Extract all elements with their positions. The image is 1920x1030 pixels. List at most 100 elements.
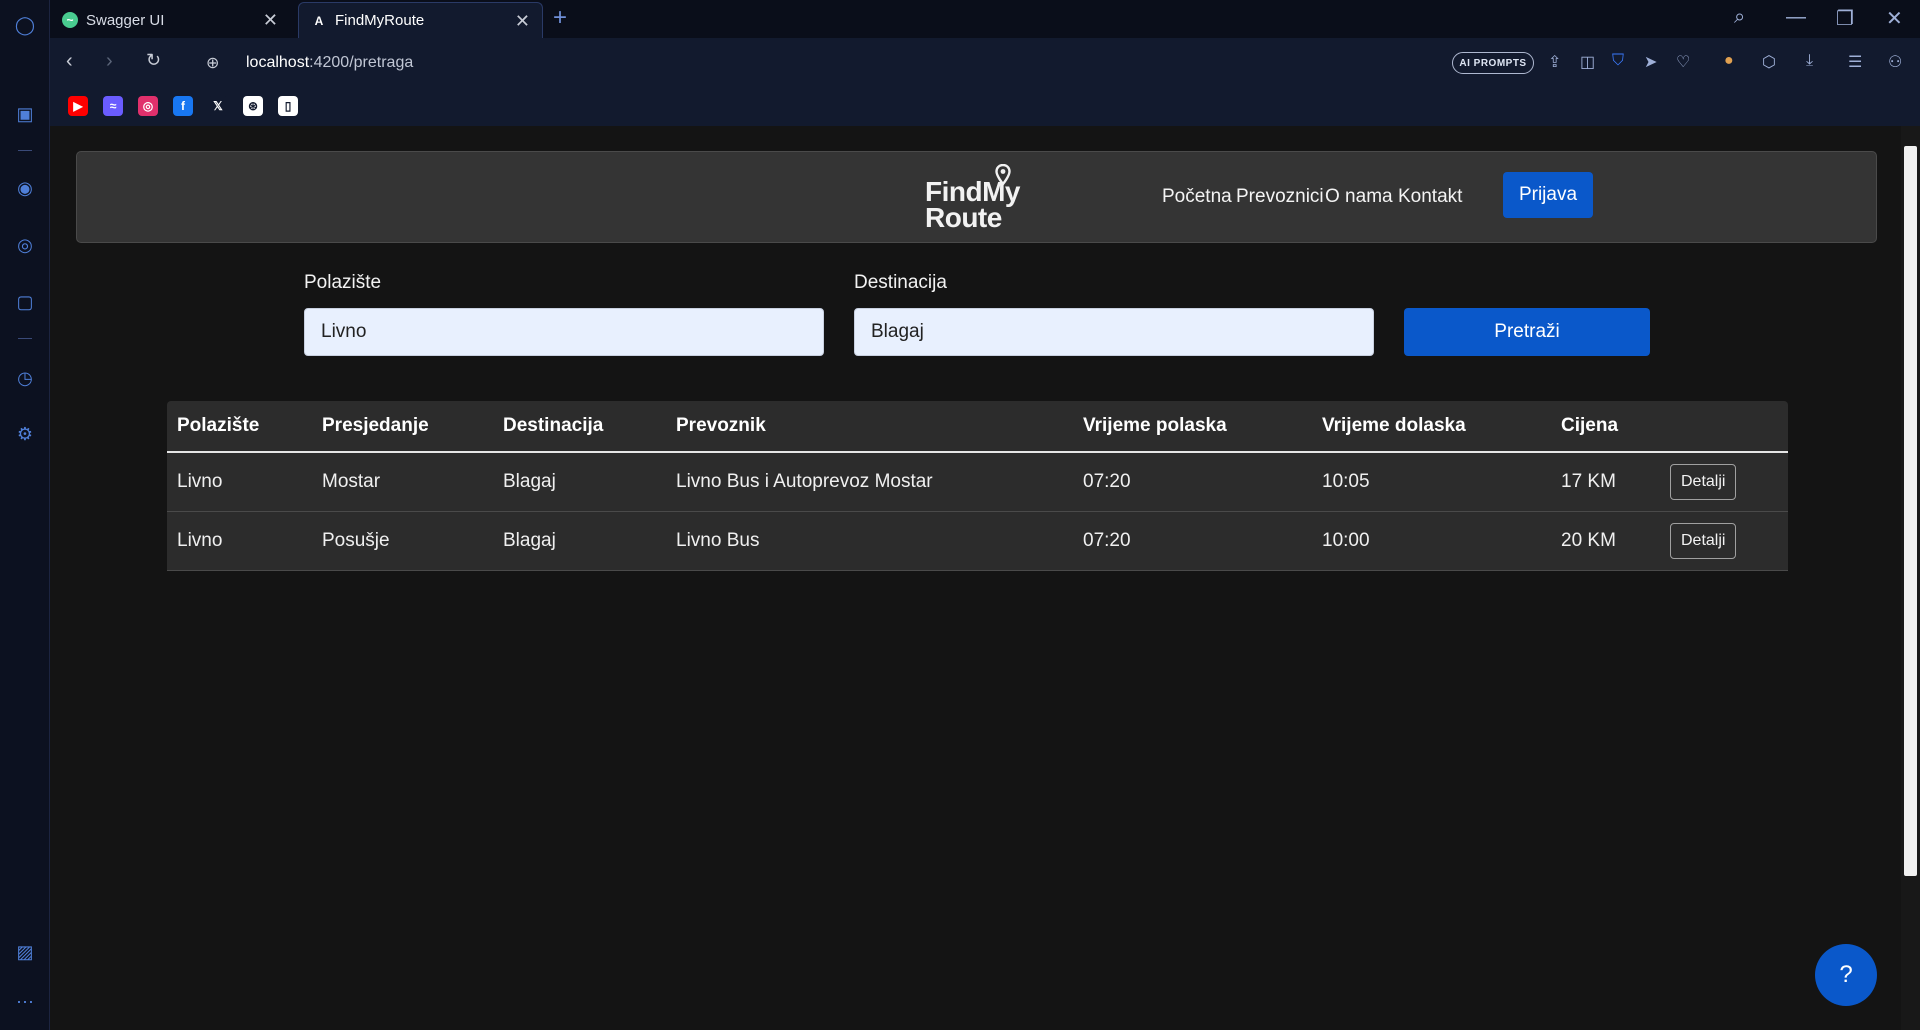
close-icon[interactable]: ✕ bbox=[515, 11, 530, 32]
close-icon[interactable]: ✕ bbox=[263, 10, 278, 31]
history-icon[interactable]: ◷ bbox=[13, 366, 37, 390]
forward-icon[interactable]: › bbox=[106, 50, 113, 73]
shield-icon[interactable]: ⛉ bbox=[1612, 52, 1624, 70]
gallery-icon[interactable]: ▨ bbox=[13, 940, 37, 964]
column-header: Destinacija bbox=[493, 401, 666, 453]
send-icon[interactable]: ➤ bbox=[1644, 52, 1657, 72]
profile-icon[interactable]: ⚇ bbox=[1888, 52, 1902, 72]
tab-findmyroute[interactable]: A FindMyRoute ✕ bbox=[298, 2, 543, 38]
tab-bar: ~ Swagger UI ✕ A FindMyRoute ✕ + ⌕ — ❐ ✕ bbox=[50, 0, 1920, 38]
from-input[interactable]: Livno bbox=[304, 308, 824, 356]
url-path: :4200/pretraga bbox=[309, 54, 414, 71]
logo-line2: Route bbox=[925, 202, 1002, 233]
table-row: Livno Mostar Blagaj Livno Bus i Autoprev… bbox=[167, 452, 1788, 512]
cell-price: 20 KM bbox=[1551, 511, 1660, 571]
page-viewport: FindMy Route Početna Prevoznici O nama K… bbox=[50, 126, 1901, 1030]
search-tabs-icon[interactable]: ⌕ bbox=[1734, 6, 1745, 29]
ai-chip-icon[interactable]: ▣ bbox=[13, 102, 37, 126]
to-label: Destinacija bbox=[854, 272, 947, 293]
cell-actions: Detalji bbox=[1660, 511, 1788, 571]
from-label: Polazište bbox=[304, 272, 382, 293]
column-header: Polazište bbox=[167, 401, 312, 453]
x-icon[interactable]: 𝕏 bbox=[208, 96, 228, 116]
cell-departure: 07:20 bbox=[1073, 452, 1312, 512]
site-info-icon[interactable]: ⊕ bbox=[206, 53, 219, 73]
extensions-icon[interactable]: ⬡ bbox=[1762, 52, 1776, 72]
tab-label: FindMyRoute bbox=[335, 12, 425, 29]
heart-icon[interactable]: ♡ bbox=[1676, 52, 1690, 72]
instagram-icon[interactable]: ◎ bbox=[138, 96, 158, 116]
close-window-icon[interactable]: ✕ bbox=[1886, 6, 1903, 31]
download-icon[interactable]: ⤓ bbox=[1806, 52, 1813, 70]
share-icon[interactable]: ⇪ bbox=[1548, 52, 1561, 72]
tab-label: Swagger UI bbox=[86, 11, 165, 29]
cell-arrival: 10:05 bbox=[1312, 452, 1551, 512]
table-row: Livno Posušje Blagaj Livno Bus 07:20 10:… bbox=[167, 511, 1788, 571]
bookmarks-bar: ▶ ≈ ◎ f 𝕏 ⊛ ▯ bbox=[50, 88, 1920, 126]
cell-carrier: Livno Bus bbox=[666, 511, 1073, 571]
nav-link-prevoznici[interactable]: Prevoznici bbox=[1236, 186, 1324, 208]
camera-icon[interactable]: ◫ bbox=[1580, 52, 1595, 72]
search-button[interactable]: Pretraži bbox=[1404, 308, 1650, 356]
column-header: Vrijeme dolaska bbox=[1312, 401, 1551, 453]
easy-setup-icon[interactable]: ☰ bbox=[1848, 52, 1862, 72]
cell-arrival: 10:00 bbox=[1312, 511, 1551, 571]
nav-link-pocetna[interactable]: Početna bbox=[1162, 186, 1232, 208]
nav-link-o-nama[interactable]: O nama bbox=[1325, 186, 1393, 208]
instagram-sidebar-icon[interactable]: ▢ bbox=[13, 290, 37, 314]
site-header: FindMy Route Početna Prevoznici O nama K… bbox=[76, 151, 1877, 243]
address-bar: ‹ › ↻ ⊕ localhost:4200/pretraga AI PROMP… bbox=[50, 38, 1920, 88]
tab-swagger[interactable]: ~ Swagger UI ✕ bbox=[50, 2, 290, 38]
results-table: Polazište Presjedanje Destinacija Prevoz… bbox=[167, 401, 1788, 571]
swagger-icon: ~ bbox=[62, 12, 78, 28]
column-header: Vrijeme polaska bbox=[1073, 401, 1312, 453]
cell-departure: 07:20 bbox=[1073, 511, 1312, 571]
back-icon[interactable]: ‹ bbox=[66, 50, 73, 73]
ai-prompts-button[interactable]: AI PROMPTS bbox=[1452, 52, 1534, 74]
messenger-sidebar-icon[interactable]: ◉ bbox=[13, 176, 37, 200]
cell-destination: Blagaj bbox=[493, 511, 666, 571]
sidebar-divider bbox=[18, 338, 32, 339]
cell-carrier: Livno Bus i Autoprevoz Mostar bbox=[666, 452, 1073, 512]
details-button[interactable]: Detalji bbox=[1670, 522, 1737, 559]
url-host: localhost bbox=[246, 54, 310, 71]
browser-sidebar: ◯ ▣ ◉ ◎ ▢ ◷ ⚙ ▨ ⋯ bbox=[0, 0, 50, 1030]
chatgpt-icon[interactable]: ⊛ bbox=[243, 96, 263, 116]
minimize-icon[interactable]: — bbox=[1786, 6, 1806, 29]
cell-transfer: Posušje bbox=[312, 511, 493, 571]
details-button[interactable]: Detalji bbox=[1670, 463, 1737, 500]
table-header-row: Polazište Presjedanje Destinacija Prevoz… bbox=[167, 401, 1788, 453]
cell-destination: Blagaj bbox=[493, 452, 666, 512]
cell-price: 17 KM bbox=[1551, 452, 1660, 512]
column-header: Prevoznik bbox=[666, 401, 1073, 453]
youtube-icon[interactable]: ▶ bbox=[68, 96, 88, 116]
findmyroute-logo[interactable]: FindMy Route bbox=[925, 164, 1045, 234]
new-tab-icon[interactable]: + bbox=[553, 4, 567, 32]
scrollbar-thumb[interactable] bbox=[1904, 146, 1917, 876]
column-header bbox=[1660, 401, 1788, 453]
reload-icon[interactable]: ↻ bbox=[146, 50, 161, 71]
cell-from: Livno bbox=[167, 511, 312, 571]
more-icon[interactable]: ⋯ bbox=[13, 990, 37, 1014]
cell-transfer: Mostar bbox=[312, 452, 493, 512]
to-input[interactable]: Blagaj bbox=[854, 308, 1374, 356]
facebook-icon[interactable]: f bbox=[173, 96, 193, 116]
document-icon[interactable]: ▯ bbox=[278, 96, 298, 116]
avatar[interactable]: ● bbox=[1724, 52, 1734, 70]
page-scrollbar[interactable] bbox=[1901, 126, 1920, 1030]
url-field[interactable]: localhost:4200/pretraga bbox=[246, 54, 413, 72]
help-button[interactable]: ? bbox=[1815, 944, 1877, 1006]
settings-icon[interactable]: ⚙ bbox=[13, 422, 37, 446]
cell-actions: Detalji bbox=[1660, 452, 1788, 512]
restore-icon[interactable]: ❐ bbox=[1836, 6, 1854, 31]
column-header: Presjedanje bbox=[312, 401, 493, 453]
messenger-icon[interactable]: ≈ bbox=[103, 96, 123, 116]
whatsapp-sidebar-icon[interactable]: ◎ bbox=[13, 233, 37, 257]
login-button[interactable]: Prijava bbox=[1503, 172, 1593, 218]
nav-link-kontakt[interactable]: Kontakt bbox=[1398, 186, 1462, 208]
angular-icon: A bbox=[314, 13, 324, 28]
opera-logo-icon[interactable]: ◯ bbox=[13, 13, 37, 37]
sidebar-divider bbox=[18, 150, 32, 151]
cell-from: Livno bbox=[167, 452, 312, 512]
column-header: Cijena bbox=[1551, 401, 1660, 453]
